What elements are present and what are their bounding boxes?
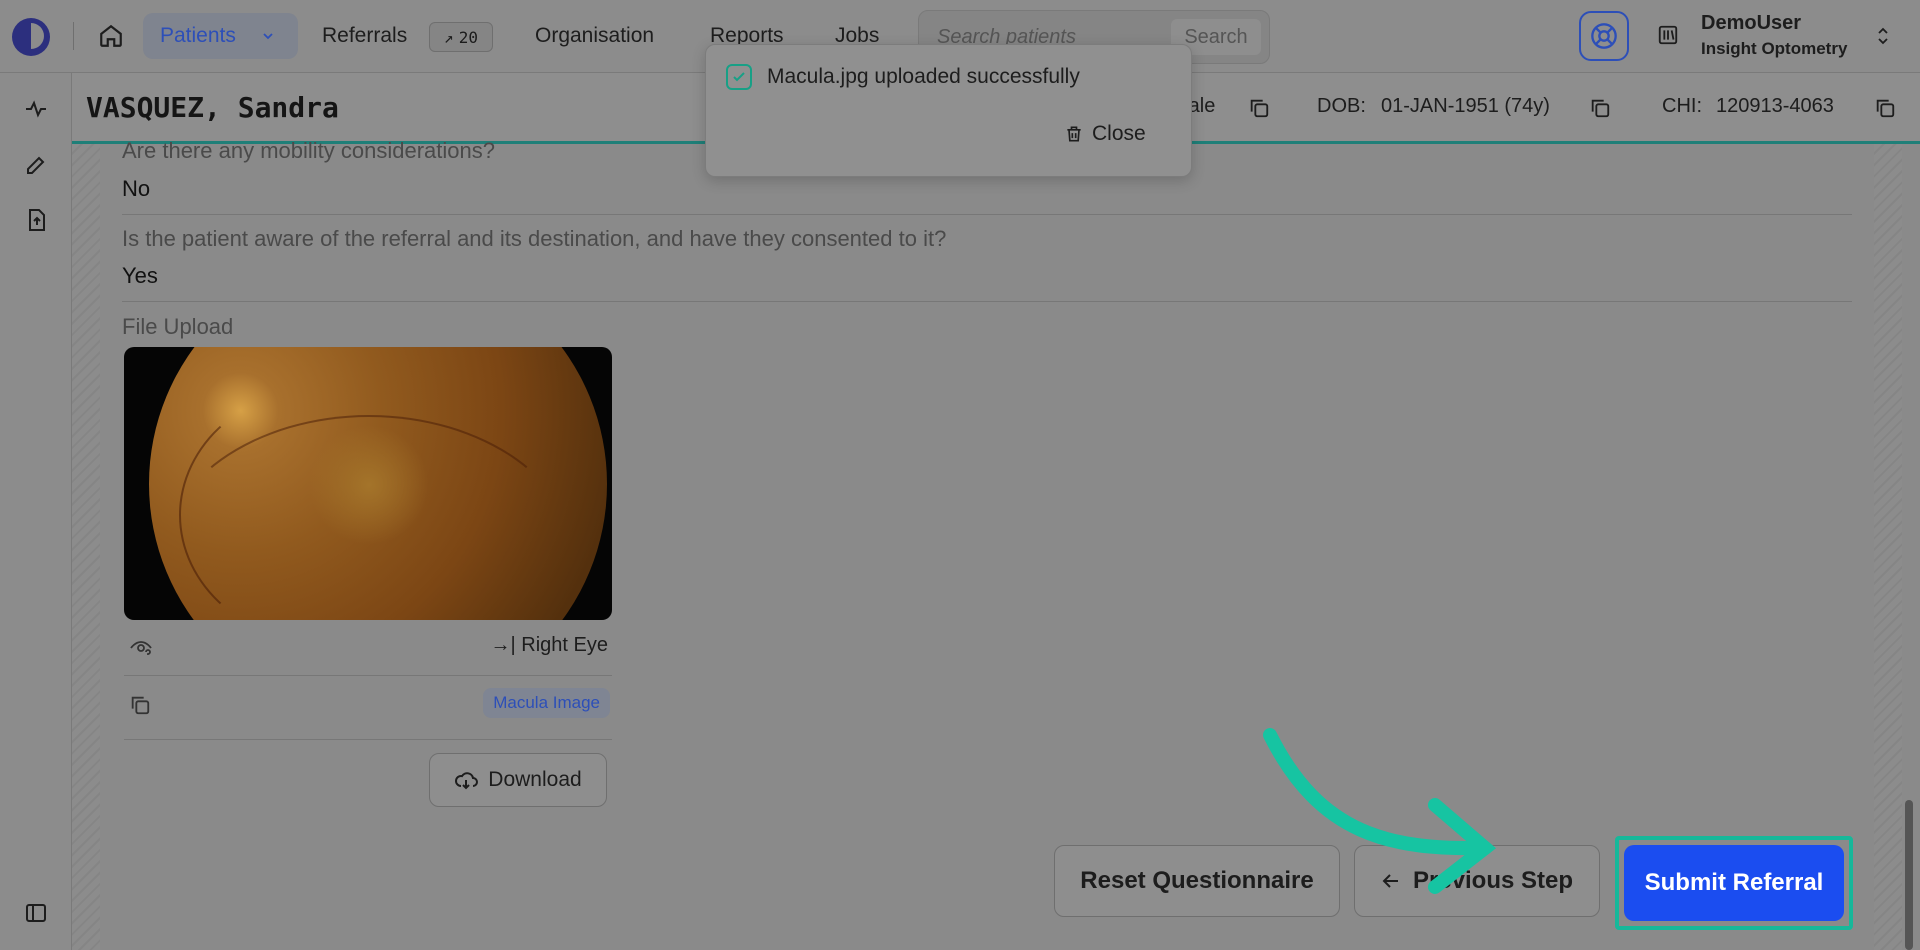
toast-close-label: Close bbox=[1092, 122, 1146, 145]
help-icon bbox=[1591, 23, 1617, 49]
chevron-down-icon[interactable] bbox=[262, 30, 274, 42]
chi-label: CHI: bbox=[1662, 95, 1702, 117]
submit-referral-button[interactable]: Submit Referral bbox=[1624, 845, 1844, 921]
download-label: Download bbox=[488, 768, 582, 791]
library-icon bbox=[1658, 25, 1678, 45]
copy-icon[interactable] bbox=[1589, 97, 1611, 119]
check-icon bbox=[726, 64, 752, 90]
left-gutter bbox=[72, 144, 100, 950]
sidebar-toggle-icon[interactable] bbox=[24, 901, 48, 925]
referrals-count-badge: ↗ 20 bbox=[429, 22, 493, 52]
copy-icon[interactable] bbox=[1248, 97, 1270, 119]
app-logo[interactable] bbox=[12, 18, 50, 56]
image-tag-row: Macula Image bbox=[124, 676, 612, 740]
referrals-count: 20 bbox=[458, 27, 478, 47]
eye-label: →| Right Eye bbox=[491, 634, 608, 657]
file-upload-label: File Upload bbox=[122, 314, 234, 339]
fundus-photo bbox=[149, 347, 607, 620]
image-type-tag: Macula Image bbox=[483, 688, 610, 718]
user-organisation[interactable]: Insight Optometry bbox=[1701, 39, 1847, 59]
dob-label: DOB: bbox=[1317, 95, 1366, 117]
arrow-up-right-icon: ↗ bbox=[444, 27, 454, 47]
mobility-question: Are there any mobility considerations? bbox=[122, 138, 495, 163]
right-gutter bbox=[1874, 144, 1902, 950]
home-icon[interactable] bbox=[98, 23, 124, 49]
user-name[interactable]: DemoUser bbox=[1701, 12, 1801, 35]
nav-organisation[interactable]: Organisation bbox=[535, 24, 654, 48]
cloud-download-icon bbox=[455, 772, 479, 790]
upload-toast: Macula.jpg uploaded successfully Close bbox=[705, 44, 1192, 177]
pointer-arrow-annotation bbox=[1263, 728, 1497, 894]
nav-patients-label[interactable]: Patients bbox=[160, 24, 236, 48]
eye-question-icon[interactable] bbox=[129, 636, 153, 660]
toast-message: Macula.jpg uploaded successfully bbox=[767, 65, 1080, 88]
dob-value: 01-JAN-1951 (74y) bbox=[1381, 95, 1550, 117]
help-button[interactable] bbox=[1579, 11, 1629, 61]
left-rail bbox=[0, 73, 72, 950]
file-upload-icon[interactable] bbox=[24, 208, 48, 232]
patient-name: VASQUEZ, Sandra bbox=[86, 91, 339, 124]
chevrons-up-down-icon[interactable] bbox=[1876, 26, 1890, 46]
scrollbar[interactable] bbox=[1905, 800, 1913, 950]
referral-summary: Are there any mobility considerations? N… bbox=[100, 138, 1874, 950]
chi-value: 120913-4063 bbox=[1716, 95, 1834, 117]
nav-referrals[interactable]: Referrals bbox=[322, 24, 407, 48]
eye-label-text: Right Eye bbox=[521, 634, 608, 656]
toast-close-button[interactable]: Close bbox=[1064, 117, 1174, 151]
image-eye-row: →| Right Eye bbox=[124, 620, 612, 676]
download-button[interactable]: Download bbox=[429, 753, 607, 807]
copy-icon[interactable] bbox=[1874, 97, 1896, 119]
pen-icon[interactable] bbox=[24, 153, 48, 177]
trash-icon bbox=[1067, 126, 1081, 142]
consent-answer: Yes bbox=[122, 263, 158, 288]
divider bbox=[122, 301, 1852, 302]
arrow-right-to-line-icon: →| bbox=[490, 634, 516, 656]
consent-question: Is the patient aware of the referral and… bbox=[122, 226, 947, 251]
nav-divider bbox=[73, 22, 74, 50]
mobility-answer: No bbox=[122, 176, 151, 201]
pulse-icon[interactable] bbox=[24, 97, 48, 121]
macula-image[interactable] bbox=[124, 347, 612, 620]
copy-icon[interactable] bbox=[129, 694, 151, 716]
divider bbox=[122, 214, 1852, 215]
